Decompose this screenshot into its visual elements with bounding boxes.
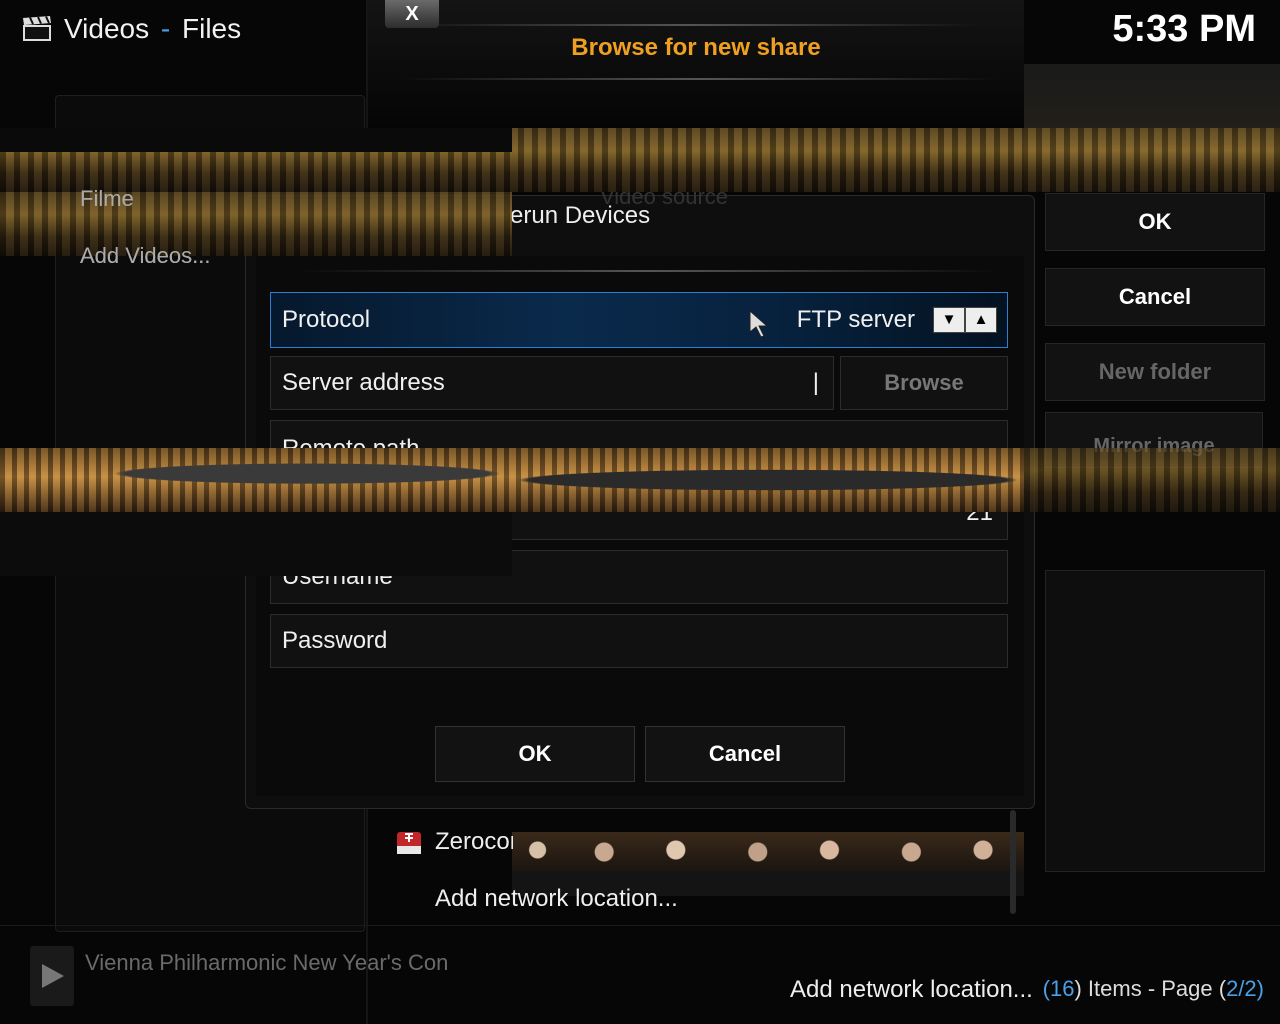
clock: 5:33 PM <box>1112 8 1256 50</box>
section-label: Videos <box>64 13 150 44</box>
side-cancel-button[interactable]: Cancel <box>1045 268 1265 326</box>
source-item-add-network-location[interactable]: Add network location... <box>435 885 678 913</box>
paren-end: ) <box>1256 976 1264 1001</box>
cursor-icon <box>749 309 771 345</box>
ok-button[interactable]: OK <box>435 726 635 782</box>
protocol-value: FTP server <box>796 306 915 333</box>
browse-dialog-title: Browse for new share <box>571 34 821 61</box>
spin-up-icon[interactable]: ▲ <box>965 307 997 333</box>
page-title: Videos - Files <box>64 13 241 45</box>
divider-line <box>400 78 1000 80</box>
server-address-field[interactable]: Server address | <box>270 356 834 410</box>
video-background-strip <box>0 512 512 576</box>
divider-line <box>400 24 980 26</box>
subsection-label: Files <box>182 13 242 44</box>
browse-button[interactable]: Browse <box>840 356 1008 410</box>
video-background-strip <box>0 448 1024 512</box>
browse-dialog-header <box>368 0 1024 128</box>
cancel-button[interactable]: Cancel <box>645 726 845 782</box>
add-network-location-button[interactable]: Add network location... <box>790 976 1033 1004</box>
video-background-strip <box>512 832 1024 872</box>
clapperboard-icon <box>22 16 52 42</box>
source-item-zeroconf[interactable]: Zeroconf <box>435 828 513 856</box>
video-background-strip <box>0 128 512 152</box>
divider-line <box>0 925 1280 926</box>
items-page-counter: (16) Items - Page (2/2) <box>1043 976 1264 1002</box>
close-button[interactable]: X <box>385 0 439 28</box>
spin-down-icon[interactable]: ▼ <box>933 307 965 333</box>
page-number: 2/2 <box>1226 976 1257 1001</box>
protocol-spinner[interactable]: Protocol FTP server ▼ ▲ <box>270 292 1008 348</box>
items-count: 16 <box>1050 976 1075 1001</box>
password-field[interactable]: Password <box>270 614 1008 668</box>
divider-line <box>300 270 1000 272</box>
play-icon[interactable] <box>30 946 74 1006</box>
title-separator: - <box>160 13 171 44</box>
scrollbar[interactable] <box>1010 810 1016 914</box>
preview-panel <box>1045 570 1265 872</box>
zeroconf-icon <box>395 826 423 856</box>
left-menu-item-add-videos-overlay: Add Videos... <box>80 243 211 268</box>
video-background-strip <box>1024 448 1280 512</box>
now-playing-title: Vienna Philharmonic New Year's Con <box>85 950 449 975</box>
server-address-label: Server address <box>282 369 445 396</box>
paren-open: ( <box>1042 976 1050 1001</box>
video-background-strip <box>0 192 512 256</box>
text-caret: | <box>812 369 819 396</box>
left-menu-item-filme-overlay: Filme <box>80 186 134 211</box>
side-ok-button[interactable]: OK <box>1045 193 1265 251</box>
password-label: Password <box>282 627 388 654</box>
source-item-partial[interactable]: erun Devices <box>510 202 650 230</box>
protocol-label: Protocol <box>282 306 371 333</box>
paren-close: ) Items - Page ( <box>1074 976 1227 1001</box>
new-folder-button[interactable]: New folder <box>1045 343 1265 401</box>
